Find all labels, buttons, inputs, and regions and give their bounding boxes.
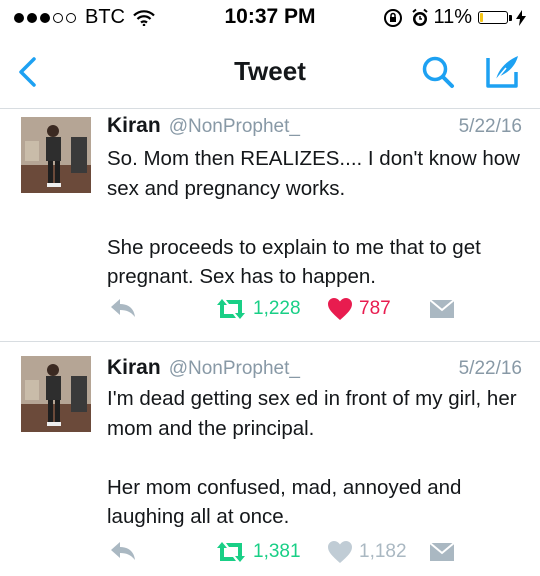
tweet-date: 5/22/16	[458, 358, 522, 379]
direct-message-button[interactable]	[429, 542, 455, 562]
retweet-count: 1,228	[253, 298, 301, 319]
tweet-text: So. Mom then REALIZES.... I don't know h…	[107, 147, 520, 288]
search-icon	[422, 56, 454, 88]
retweet-button[interactable]: 1,228	[215, 297, 301, 321]
heart-icon	[328, 541, 352, 563]
battery-tip	[509, 14, 512, 21]
tweet-actions: 1,381 1,182	[107, 540, 527, 568]
battery-percent: 11%	[433, 6, 472, 28]
retweet-icon	[217, 299, 245, 319]
avatar-photo	[21, 356, 91, 432]
compose-button[interactable]	[484, 52, 524, 90]
tweet-header: Kiran @NonProphet_ 5/22/16	[107, 356, 522, 384]
heart-icon	[328, 298, 352, 320]
reply-icon	[111, 299, 135, 317]
envelope-icon	[429, 299, 455, 318]
page-title: Tweet	[234, 56, 306, 86]
direct-message-button[interactable]	[429, 299, 455, 319]
reply-icon	[111, 542, 135, 560]
author-name[interactable]: Kiran	[107, 356, 161, 379]
alarm-icon	[412, 8, 429, 26]
like-button[interactable]: 787	[327, 297, 391, 321]
retweet-count: 1,381	[253, 541, 301, 562]
search-button[interactable]	[420, 54, 456, 90]
status-bar: BTC 10:37 PM 11%	[0, 0, 540, 36]
like-count: 1,182	[359, 541, 407, 562]
tweet-actions: 1,228 787	[107, 297, 527, 325]
compose-icon	[486, 56, 518, 88]
rotation-lock-icon	[384, 8, 403, 27]
author-handle[interactable]: @NonProphet_	[169, 358, 300, 379]
author-handle[interactable]: @NonProphet_	[169, 116, 300, 137]
nav-bar: Tweet	[0, 36, 540, 109]
reply-button[interactable]	[109, 297, 137, 319]
battery-level	[480, 13, 483, 22]
retweet-icon	[217, 542, 245, 562]
reply-button[interactable]	[109, 540, 137, 562]
avatar-photo	[21, 117, 91, 193]
tweet-date: 5/22/16	[458, 116, 522, 137]
tweet[interactable]: Kiran @NonProphet_ 5/22/16 So. Mom then R…	[0, 109, 540, 342]
tweet[interactable]: Kiran @NonProphet_ 5/22/16 I'm dead getti…	[0, 342, 540, 576]
retweet-button[interactable]: 1,381	[215, 540, 301, 564]
charging-bolt-icon	[516, 9, 526, 26]
battery-icon	[478, 11, 508, 24]
status-right-group: 11%	[383, 6, 526, 29]
avatar[interactable]	[21, 117, 91, 193]
avatar[interactable]	[21, 356, 91, 432]
like-button[interactable]: 1,182	[327, 540, 407, 564]
envelope-icon	[429, 542, 455, 561]
tweet-header: Kiran @NonProphet_ 5/22/16	[107, 114, 522, 142]
author-name[interactable]: Kiran	[107, 114, 161, 137]
tweet-text: I'm dead getting sex ed in front of my g…	[107, 387, 517, 528]
like-count: 787	[359, 298, 391, 319]
